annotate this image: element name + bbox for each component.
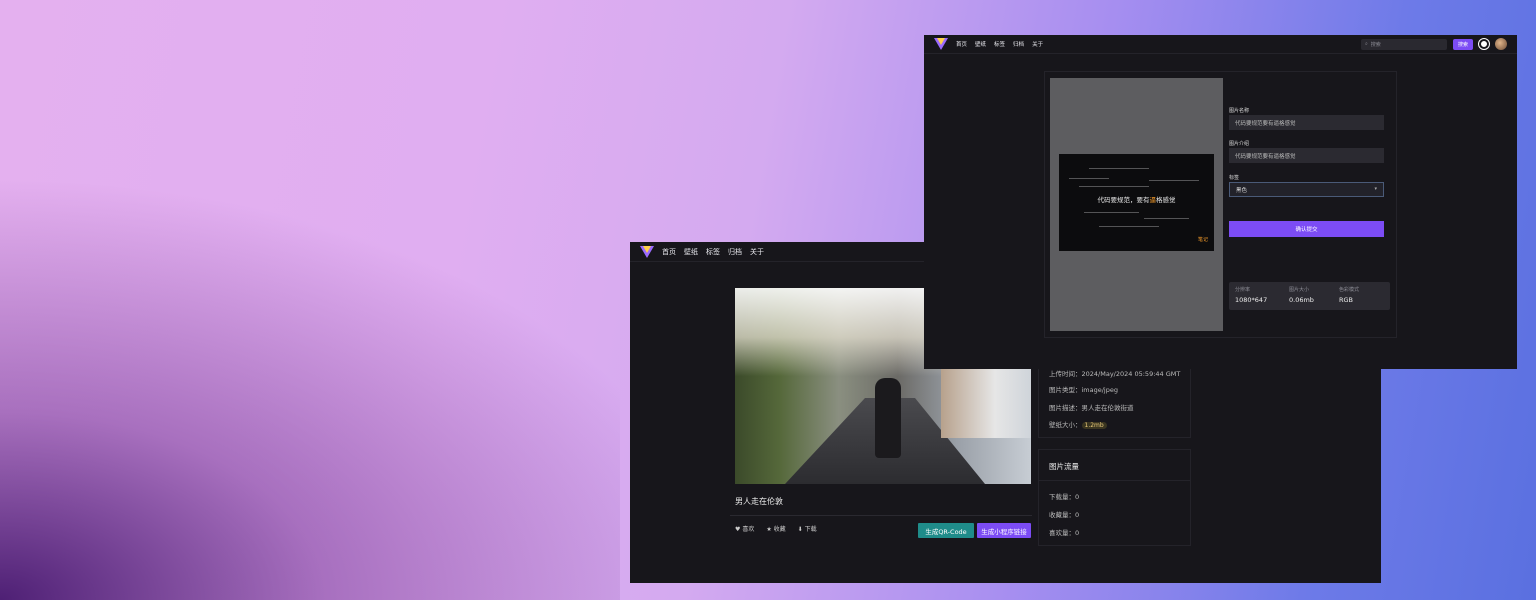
favorite-button[interactable]: ★ 收藏	[766, 524, 785, 533]
top-nav: 首页 壁纸 标签 归档 关于 ⌕ 搜索 搜索	[924, 35, 1517, 54]
traffic-panel: 图片流量 下载量：0 收藏量：0 喜欢量：0	[1038, 449, 1191, 546]
name-label: 图片名称	[1229, 108, 1250, 114]
search-input[interactable]: ⌕ 搜索	[1360, 38, 1447, 50]
like-button[interactable]: ♥ 喜欢	[735, 524, 754, 533]
search-icon: ⌕	[1364, 41, 1368, 47]
generate-qr-button[interactable]: 生成QR-Code	[918, 523, 974, 538]
chevron-down-icon: ▾	[1374, 186, 1377, 192]
description-field[interactable]: 代码要规范要有逼格感觉	[1229, 148, 1384, 163]
nav-tags[interactable]: 标签	[994, 40, 1005, 48]
resolution-value: 1080*647	[1235, 296, 1268, 304]
submit-button[interactable]: 确认提交	[1229, 221, 1384, 237]
nav-about[interactable]: 关于	[1032, 40, 1043, 48]
image-info-panel: 上传时间：2024/May/2024 05:59:44 GMT 图片类型：ima…	[1038, 362, 1191, 438]
action-bar: ♥ 喜欢 ★ 收藏 ⬇ 下载	[735, 524, 817, 533]
name-field[interactable]: 代码要规范要有逼格感觉	[1229, 115, 1384, 130]
generate-miniprogram-button[interactable]: 生成小程序链接	[977, 523, 1031, 538]
nav-wallpaper[interactable]: 壁纸	[684, 247, 698, 257]
like-count: 喜欢量：0	[1049, 529, 1080, 537]
nav-archive[interactable]: 归档	[728, 247, 742, 257]
image-size: 壁纸大小： 1.2mb	[1049, 419, 1107, 429]
mime-type: 图片类型：image/jpeg	[1049, 386, 1118, 394]
heart-icon: ♥	[735, 526, 741, 533]
description-label: 图片介绍	[1229, 141, 1250, 147]
nav-wallpaper[interactable]: 壁纸	[975, 40, 986, 48]
avatar[interactable]	[1495, 38, 1507, 50]
divider	[730, 515, 1032, 516]
search-button[interactable]: 搜索	[1452, 38, 1473, 50]
nav-home[interactable]: 首页	[662, 247, 676, 257]
photo-title: 男人走在伦敦	[735, 497, 783, 506]
wallpaper-watermark: 笔记	[1197, 237, 1208, 243]
size-label: 图片大小	[1289, 287, 1310, 293]
logo-icon[interactable]	[934, 38, 948, 50]
resolution-label: 分辨率	[1235, 287, 1251, 293]
nav-home[interactable]: 首页	[956, 40, 967, 48]
image-meta: 分辨率 1080*647 图片大小 0.06mb 色彩模式 RGB	[1229, 282, 1390, 310]
nav-about[interactable]: 关于	[750, 247, 764, 257]
traffic-title: 图片流量	[1049, 462, 1079, 471]
image-preview: 代码要规范，要有逼格感觉 笔记	[1050, 78, 1223, 331]
wallpaper-thumbnail: 代码要规范，要有逼格感觉 笔记	[1059, 154, 1214, 251]
wallpaper-edit-window: 首页 壁纸 标签 归档 关于 ⌕ 搜索 搜索 代码要规范，要有逼格感觉 笔记 图…	[924, 35, 1517, 369]
nav-tags[interactable]: 标签	[706, 247, 720, 257]
size-value: 0.06mb	[1289, 296, 1314, 304]
background-shade	[0, 0, 620, 600]
download-count: 下载量：0	[1049, 493, 1080, 501]
image-description: 图片描述：男人走在伦敦街道	[1049, 404, 1134, 412]
logo-icon[interactable]	[640, 245, 654, 258]
star-icon: ★	[766, 526, 772, 533]
download-button[interactable]: ⬇ 下载	[798, 524, 817, 533]
favorite-count: 收藏量：0	[1049, 511, 1080, 519]
tag-label: 标签	[1229, 175, 1240, 181]
nav-archive[interactable]: 归档	[1013, 40, 1024, 48]
theme-toggle-icon[interactable]	[1479, 39, 1489, 49]
tag-select[interactable]: 黑色 ▾	[1229, 182, 1384, 197]
wallpaper-text: 代码要规范，要有逼格感觉	[1097, 196, 1176, 204]
upload-time: 上传时间：2024/May/2024 05:59:44 GMT	[1049, 370, 1181, 378]
size-badge: 1.2mb	[1081, 422, 1107, 429]
color-mode-label: 色彩模式	[1339, 287, 1360, 293]
color-mode-value: RGB	[1339, 296, 1354, 304]
download-icon: ⬇	[797, 526, 803, 533]
